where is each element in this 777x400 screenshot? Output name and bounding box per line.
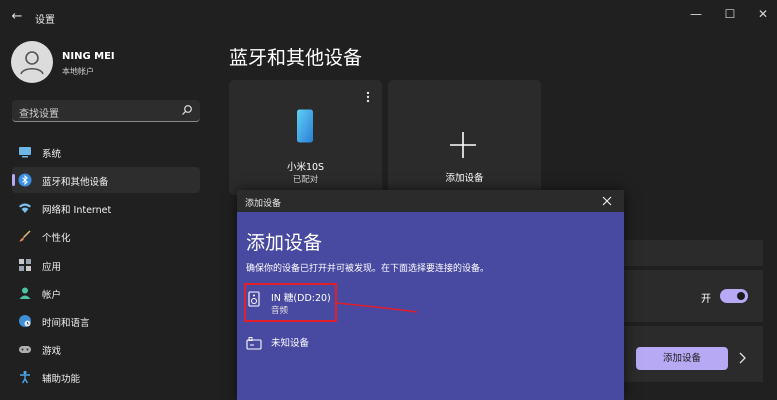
sidebar-item-label: 辅助功能 xyxy=(42,374,81,385)
user-name: NING MEI xyxy=(62,51,115,62)
back-button[interactable]: ← xyxy=(8,8,26,26)
chevron-right-icon[interactable] xyxy=(737,351,747,365)
search-placeholder: 查找设置 xyxy=(19,109,59,120)
plus-icon xyxy=(450,132,476,158)
device-name: 未知设备 xyxy=(271,338,310,349)
search-icon[interactable] xyxy=(181,104,193,116)
sidebar-item-bluetooth[interactable]: 蓝牙和其他设备 xyxy=(12,167,200,193)
sidebar-item-label: 个性化 xyxy=(42,233,71,244)
bluetooth-icon xyxy=(18,173,32,187)
sidebar-item-time-language[interactable]: 时间和语言 xyxy=(12,308,200,334)
sidebar-item-label: 游戏 xyxy=(42,346,62,357)
active-indicator xyxy=(12,174,15,186)
phone-icon xyxy=(297,109,313,143)
close-icon[interactable] xyxy=(600,194,614,208)
sidebar-item-label: 帐户 xyxy=(42,290,62,301)
paired-device-name: 小米10S xyxy=(286,162,325,173)
gamepad-icon xyxy=(19,346,31,353)
sidebar-item-personalization[interactable]: 个性化 xyxy=(12,223,200,249)
unknown-device-icon xyxy=(246,337,262,350)
monitor-icon xyxy=(19,147,31,158)
dialog-bar-title: 添加设备 xyxy=(245,199,282,209)
sidebar-item-label: 系统 xyxy=(42,149,62,160)
page-title: 蓝牙和其他设备 xyxy=(229,47,363,69)
sidebar-item-apps[interactable]: 应用 xyxy=(12,252,200,278)
account-type: 本地帐户 xyxy=(62,67,94,76)
add-device-card-label: 添加设备 xyxy=(445,173,484,184)
dialog-description: 确保你的设备已打开并可被发现。在下面选择要连接的设备。 xyxy=(246,264,490,274)
avatar[interactable] xyxy=(11,41,53,83)
sidebar-item-label: 应用 xyxy=(42,262,62,273)
dialog-heading: 添加设备 xyxy=(246,232,323,254)
device-list-item[interactable]: 未知设备 xyxy=(243,328,339,364)
person-icon xyxy=(19,287,31,299)
sidebar-item-accessibility[interactable]: 辅助功能 xyxy=(12,364,200,390)
toggle-state-label: 开 xyxy=(701,294,711,305)
maximize-button[interactable]: ☐ xyxy=(712,4,748,24)
annotation-highlight-box xyxy=(244,283,337,322)
globe-clock-icon xyxy=(19,315,31,327)
toggle-knob xyxy=(737,292,745,300)
sidebar-item-label: 网络和 Internet xyxy=(42,205,112,216)
sidebar-item-label: 时间和语言 xyxy=(42,318,90,329)
add-device-button[interactable]: 添加设备 xyxy=(636,347,728,370)
title-bar: ← 设置 — ☐ ✕ xyxy=(0,0,777,32)
person-icon xyxy=(20,51,44,75)
settings-row xyxy=(623,240,763,266)
more-options-icon[interactable] xyxy=(363,90,373,104)
paired-device-status: 已配对 xyxy=(292,175,319,185)
bluetooth-toggle[interactable] xyxy=(720,289,748,303)
sidebar-item-accounts[interactable]: 帐户 xyxy=(12,280,200,306)
paired-device-card[interactable]: 小米10S 已配对 xyxy=(229,80,382,195)
brush-icon xyxy=(19,230,31,242)
apps-icon xyxy=(19,259,31,271)
dialog-title-bar: 添加设备 xyxy=(237,190,624,212)
minimize-button[interactable]: — xyxy=(678,4,714,24)
sidebar-item-network[interactable]: 网络和 Internet xyxy=(12,195,200,221)
sidebar-item-label: 蓝牙和其他设备 xyxy=(42,177,109,188)
accessibility-icon xyxy=(20,370,30,384)
sidebar-item-system[interactable]: 系统 xyxy=(12,139,200,165)
wifi-icon xyxy=(19,203,31,213)
sidebar-item-gaming[interactable]: 游戏 xyxy=(12,336,200,362)
close-window-button[interactable]: ✕ xyxy=(745,4,777,24)
search-input[interactable]: 查找设置 xyxy=(12,100,200,122)
app-title: 设置 xyxy=(35,15,55,26)
add-device-card[interactable]: 添加设备 xyxy=(388,80,541,195)
